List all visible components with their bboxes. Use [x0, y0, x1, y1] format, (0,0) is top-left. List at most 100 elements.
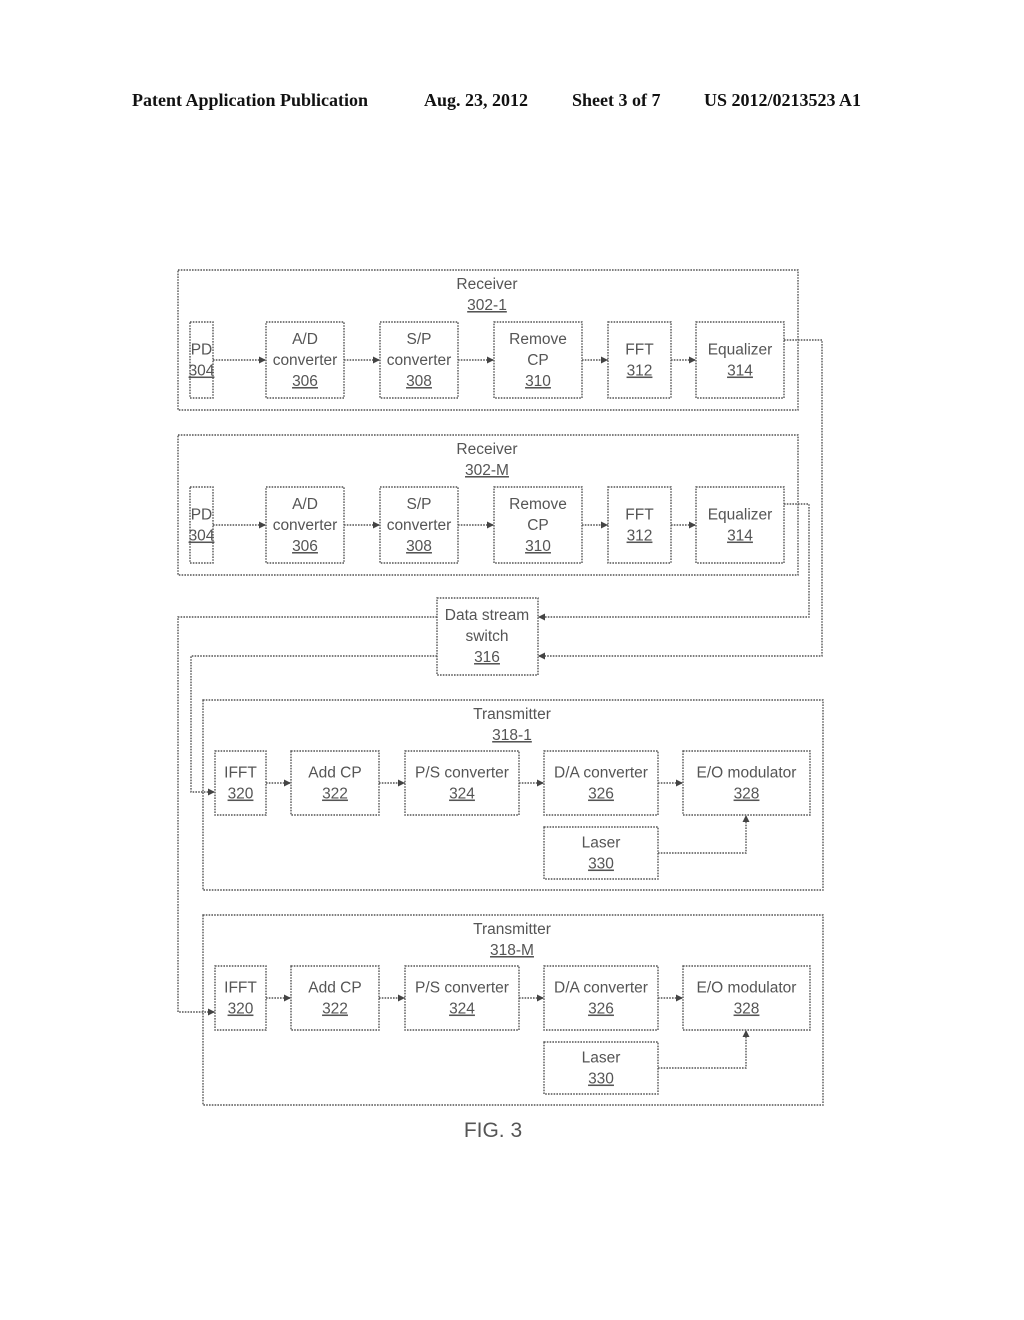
transmitter-block-label: IFFT: [224, 765, 257, 782]
arrow-head: [601, 521, 608, 529]
transmitter-title: Transmitter: [473, 921, 551, 938]
receiver-block-label: CP: [527, 517, 549, 534]
transmitter-block-ref: 322: [322, 786, 348, 803]
arrow-head: [373, 521, 380, 529]
transmitter-title: Transmitter: [473, 706, 551, 723]
receiver-block-label: Equalizer: [708, 507, 773, 524]
arrow-head: [689, 356, 696, 364]
arrow-head: [742, 815, 750, 822]
receiver-block-label: S/P: [407, 496, 432, 513]
transmitter-block-ref: 328: [734, 786, 760, 803]
transmitter-block: [543, 750, 659, 816]
arrow-head: [284, 994, 291, 1002]
receiver-block-ref: 304: [189, 528, 215, 545]
transmitter-block-label: IFFT: [224, 980, 257, 997]
receiver-block: [695, 321, 785, 399]
receiver-block: [607, 321, 672, 399]
laser-block-ref: 330: [588, 1071, 614, 1088]
receiver-block-ref: 308: [406, 373, 432, 390]
transmitter-block-ref: 328: [734, 1001, 760, 1018]
transmitter-block: [290, 965, 380, 1031]
transmitter-block: [682, 750, 811, 816]
arrow-head: [676, 779, 683, 787]
receiver-ref: 302-1: [467, 297, 507, 314]
transmitter-block: [214, 965, 267, 1031]
blocks: Receiver 302-1 PD 304 A/D converter 306 S/P conv…: [177, 269, 824, 1106]
arrow-head: [284, 779, 291, 787]
receiver-block-ref: 310: [525, 373, 551, 390]
receiver-block-label: converter: [273, 517, 338, 534]
arrow-head: [601, 356, 608, 364]
transmitter-block-ref: 320: [228, 786, 254, 803]
transmitter-block-ref: 326: [588, 1001, 614, 1018]
transmitter-block-label: E/O modulator: [697, 980, 797, 997]
receiver-block-label: A/D: [292, 496, 318, 513]
transmitter-block: [404, 965, 520, 1031]
receiver-block-label: PD: [191, 507, 213, 524]
transmitter-block-label: P/S converter: [415, 980, 509, 997]
receiver-block-label: FFT: [625, 342, 654, 359]
transmitter-block: [682, 965, 811, 1031]
block-diagram: Receiver 302-1 PD 304 A/D converter 306 S/P conv…: [177, 269, 824, 1142]
receiver-block-label: Equalizer: [708, 342, 773, 359]
receiver-ref: 302-M: [465, 462, 509, 479]
receiver-block-ref: 306: [292, 538, 318, 555]
receiver-block-label: converter: [387, 352, 452, 369]
receiver-block-ref: 304: [189, 363, 215, 380]
arrow-head: [208, 1008, 215, 1016]
transmitter-block-ref: 320: [228, 1001, 254, 1018]
arrow-head: [208, 788, 215, 796]
switch-label: switch: [465, 628, 508, 645]
receiver-block-ref: 306: [292, 373, 318, 390]
arrow-head: [398, 779, 405, 787]
arrow-head: [742, 1030, 750, 1037]
laser-block-label: Laser: [582, 1050, 621, 1067]
figure-label: FIG. 3: [464, 1119, 522, 1142]
arrow-head: [259, 521, 266, 529]
receiver-block-ref: 310: [525, 538, 551, 555]
laser-block-ref: 330: [588, 856, 614, 873]
arrow-head: [259, 356, 266, 364]
arrow-head: [537, 994, 544, 1002]
receiver-title: Receiver: [456, 276, 517, 293]
transmitter-block-ref: 324: [449, 786, 475, 803]
receiver-block-ref: 312: [627, 528, 653, 545]
receiver-block: [189, 486, 214, 564]
arrow-head: [373, 356, 380, 364]
transmitter-ref: 318-1: [492, 727, 532, 744]
transmitter-block-ref: 322: [322, 1001, 348, 1018]
receiver-block-label: converter: [387, 517, 452, 534]
receiver-block: [607, 486, 672, 564]
receiver-block-label: CP: [527, 352, 549, 369]
transmitter-block-label: E/O modulator: [697, 765, 797, 782]
transmitter-block: [290, 750, 380, 816]
transmitter-block-ref: 324: [449, 1001, 475, 1018]
receiver-block-label: FFT: [625, 507, 654, 524]
receiver-block-label: Remove: [509, 331, 567, 348]
receiver-block-label: converter: [273, 352, 338, 369]
receiver-block-label: PD: [191, 342, 213, 359]
receiver-title: Receiver: [456, 441, 517, 458]
receiver-block-label: S/P: [407, 331, 432, 348]
laser-block-label: Laser: [582, 835, 621, 852]
receiver-block-ref: 314: [727, 528, 753, 545]
switch-label: Data stream: [445, 607, 529, 624]
switch-ref: 316: [474, 649, 500, 666]
transmitter-block-label: D/A converter: [554, 980, 648, 997]
laser-to-modulator: [658, 815, 747, 854]
arrow-head: [398, 994, 405, 1002]
receiver-block-ref: 308: [406, 538, 432, 555]
transmitter-block-label: D/A converter: [554, 765, 648, 782]
transmitter-block-label: Add CP: [308, 765, 361, 782]
transmitter-block: [543, 965, 659, 1031]
transmitter-block: [214, 750, 267, 816]
switch-to-txM: [177, 616, 437, 1013]
rx1-to-switch: [538, 339, 823, 657]
arrow-head: [538, 613, 545, 621]
arrow-head: [487, 521, 494, 529]
receiver-block: [189, 321, 214, 399]
receiver-block-ref: 312: [627, 363, 653, 380]
laser-to-modulator: [658, 1030, 747, 1069]
arrow-head: [676, 994, 683, 1002]
transmitter-block: [404, 750, 520, 816]
